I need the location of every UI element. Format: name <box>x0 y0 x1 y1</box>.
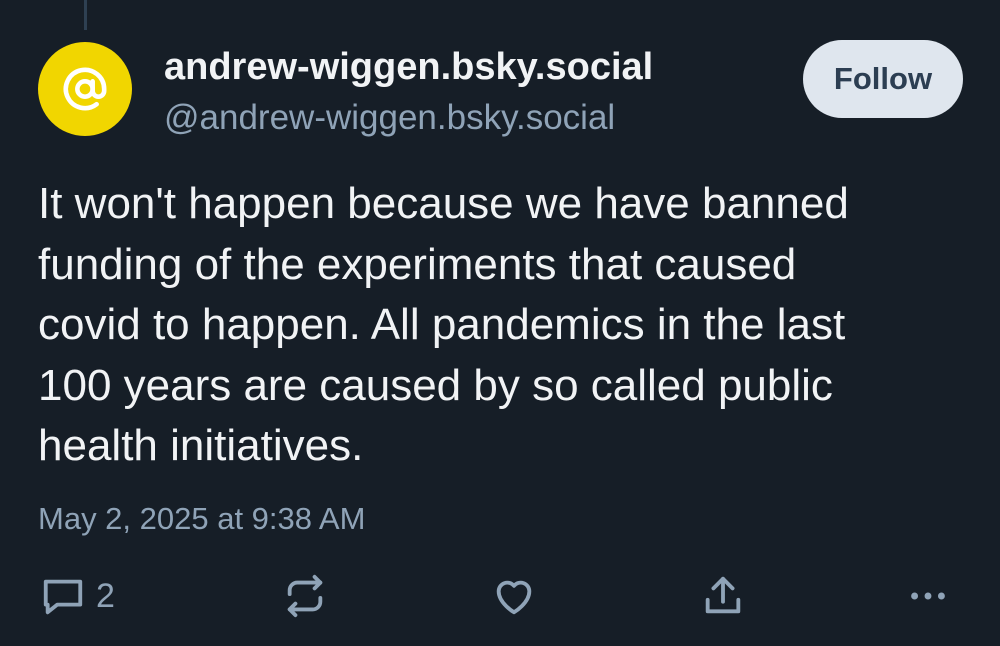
share-icon <box>705 576 741 614</box>
reply-button[interactable]: 2 <box>40 572 115 620</box>
reply-icon <box>43 579 83 615</box>
reply-count: 2 <box>96 576 115 615</box>
more-options-button[interactable] <box>905 572 951 620</box>
more-options-icon <box>911 592 945 600</box>
repost-button[interactable] <box>282 572 328 620</box>
repost-icon <box>287 574 323 618</box>
share-button[interactable] <box>700 572 746 620</box>
follow-button[interactable]: Follow <box>803 40 963 118</box>
post-text: It won't happen because we have banned f… <box>38 179 849 470</box>
avatar[interactable] <box>38 42 132 136</box>
author-display-name[interactable]: andrew-wiggen.bsky.social <box>164 46 653 89</box>
at-sign-icon <box>63 67 107 111</box>
like-button[interactable] <box>491 572 537 620</box>
heart-icon <box>496 580 532 615</box>
author-handle[interactable]: @andrew-wiggen.bsky.social <box>164 98 615 138</box>
post-timestamp[interactable]: May 2, 2025 at 9:38 AM <box>38 501 365 537</box>
thread-connector-line <box>84 0 87 30</box>
